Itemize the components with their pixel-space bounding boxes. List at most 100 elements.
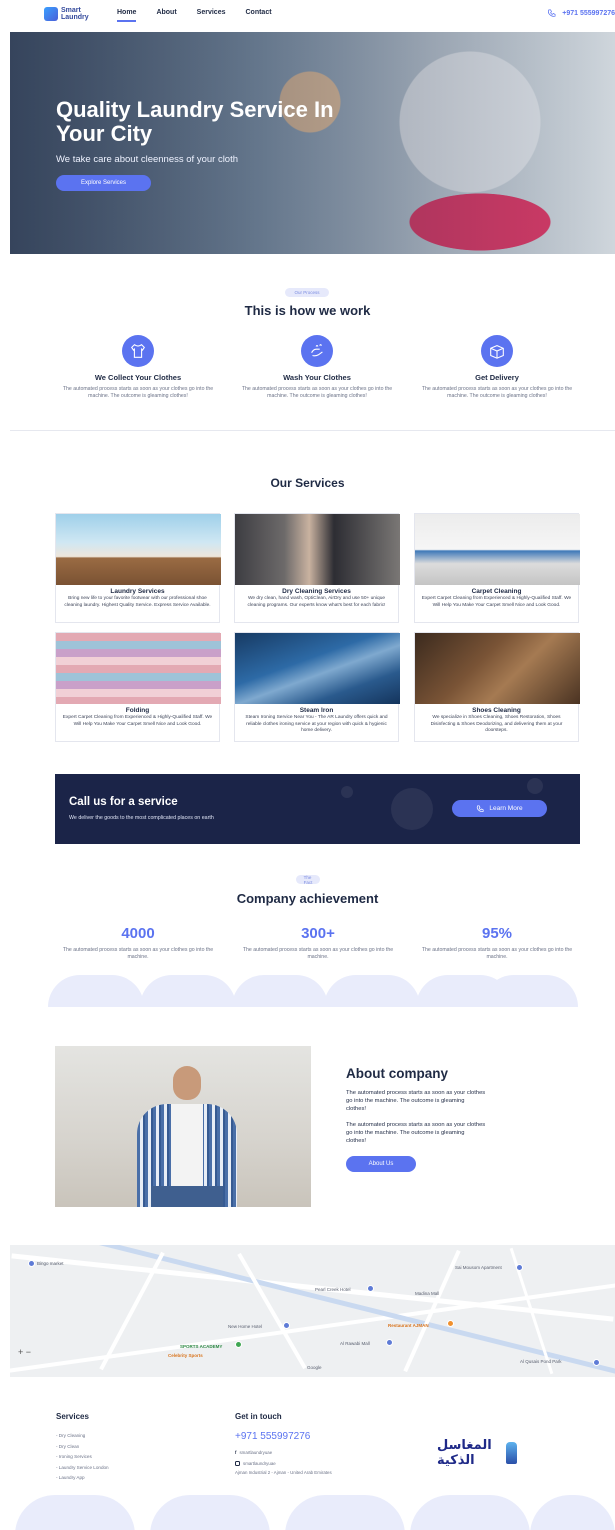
service-card[interactable]: Carpet Cleaning Expert Carpet Cleaning f… — [414, 513, 580, 623]
hero-subtitle: We take care about cleenness of your clo… — [56, 154, 239, 165]
work-step: Get Delivery The automated process start… — [417, 335, 577, 400]
map-label: Google — [307, 1365, 322, 1370]
footer-instagram[interactable]: smartlaundryuae — [235, 1461, 276, 1466]
nav-link-services[interactable]: Services — [197, 9, 226, 22]
work-step-text: The automated process starts as soon as … — [62, 386, 214, 399]
service-card[interactable]: Shoes Cleaning We specialize in Shoes Cl… — [414, 632, 580, 742]
nav-link-about[interactable]: About — [156, 9, 176, 22]
call-title: Call us for a service — [69, 796, 178, 808]
hero-title: Quality Laundry Service In Your City — [56, 97, 334, 146]
map-pin[interactable] — [447, 1320, 454, 1327]
service-title: Steam Iron — [299, 707, 334, 714]
footer-contact-title: Get in touch — [235, 1412, 282, 1421]
decor-bubble — [341, 786, 353, 798]
map-label: Madina Mall — [415, 1291, 440, 1296]
service-card[interactable]: Steam Iron Steam Ironing Service Near Yo… — [234, 632, 400, 742]
box-icon — [481, 335, 513, 367]
work-step-title: Get Delivery — [475, 373, 519, 382]
map-pin[interactable] — [516, 1264, 523, 1271]
map-pin[interactable] — [593, 1359, 600, 1366]
work-step-text: The automated process starts as soon as … — [421, 386, 573, 399]
nav-link-home[interactable]: Home — [117, 9, 137, 22]
service-card[interactable]: Laundry Services Bring new life to your … — [55, 513, 221, 623]
man-jeans — [151, 1186, 223, 1207]
phone-icon — [477, 804, 484, 812]
map-pin[interactable] — [386, 1339, 393, 1346]
steam-iron-image — [235, 633, 400, 704]
nav-links: Home About Services Contact — [117, 9, 272, 22]
service-title: Laundry Services — [110, 588, 165, 595]
footer-logo: المغاسل الذكية — [437, 1436, 517, 1470]
map-label: Bingo market — [37, 1261, 64, 1266]
process-pill: Our Process — [285, 288, 329, 297]
wave-decor — [150, 1495, 270, 1530]
wave-decor — [285, 1495, 405, 1530]
wash-hands-icon — [301, 335, 333, 367]
achievement-stat: 300+ The automated process starts as soo… — [238, 925, 398, 961]
achievement-text: The automated process starts as soon as … — [62, 947, 214, 960]
call-subtitle: We deliver the goods to the most complic… — [69, 815, 214, 821]
achievement-text: The automated process starts as soon as … — [421, 947, 573, 960]
map-label: Restaurant AJMAN — [388, 1323, 429, 1328]
map-pin[interactable] — [235, 1341, 242, 1348]
learn-more-label: Learn More — [489, 805, 523, 812]
achievement-value: 4000 — [121, 925, 155, 942]
service-title: Folding — [125, 707, 150, 714]
service-card[interactable]: Folding Expert Carpet Cleaning from Expe… — [55, 632, 221, 742]
map-label: Pearl Creek Hotel — [315, 1287, 351, 1292]
footer-service-link[interactable]: - Laundry Service London — [56, 1463, 109, 1474]
carpet-cleaning-image — [415, 514, 580, 585]
about-image — [55, 1046, 311, 1207]
page: Smart Laundry Home About Services Contac… — [0, 0, 615, 1530]
achievement-stat: 95% The automated process starts as soon… — [417, 925, 577, 961]
service-title: Carpet Cleaning — [471, 588, 522, 595]
footer-phone[interactable]: +971 555997276 — [235, 1431, 310, 1442]
wave-decor — [48, 975, 144, 1007]
work-step-text: The automated process starts as soon as … — [241, 386, 393, 399]
service-text: We dry clean, hand wash, OptiClean, AirD… — [247, 596, 386, 608]
footer-service-link[interactable]: - Ironing Services — [56, 1452, 109, 1463]
map-label: Al Qusais Pond Park — [520, 1359, 562, 1364]
work-step-title: Wash Your Clothes — [283, 373, 351, 382]
decor-bubble — [391, 788, 433, 830]
service-text: Steam Ironing Service Near You - The AR … — [245, 715, 388, 733]
achievement-value: 300+ — [301, 925, 335, 942]
service-text: Bring new life to your favorite footwear… — [64, 596, 211, 608]
explore-services-button[interactable]: Explore Services — [56, 175, 151, 191]
service-text: Expert Carpet Cleaning from Experienced … — [62, 715, 213, 727]
map-pin[interactable] — [367, 1285, 374, 1292]
dry-cleaning-image — [235, 514, 400, 585]
about-paragraph: The automated process starts as soon as … — [346, 1090, 486, 1112]
facebook-handle: smartlaundryuae — [239, 1450, 273, 1455]
footer-service-link[interactable]: - Laundry App — [56, 1473, 109, 1484]
about-us-button[interactable]: About Us — [346, 1156, 416, 1172]
top-nav: Smart Laundry Home About Services Contac… — [0, 0, 615, 32]
nav-link-contact[interactable]: Contact — [245, 9, 271, 22]
man-head — [173, 1066, 201, 1100]
achievement-stat: 4000 The automated process starts as soo… — [58, 925, 218, 961]
map-pin[interactable] — [283, 1322, 290, 1329]
footer-facebook[interactable]: f smartlaundryuae — [235, 1450, 272, 1455]
logo[interactable]: Smart Laundry — [44, 7, 89, 21]
map-label: New Home Hotel — [228, 1324, 263, 1329]
learn-more-button[interactable]: Learn More — [452, 800, 547, 817]
location-map[interactable]: Bingo market Sai Mousom Apartment Madina… — [10, 1245, 615, 1377]
nav-phone[interactable]: +971 555997276 — [547, 9, 615, 18]
folding-image — [56, 633, 221, 704]
footer-service-link[interactable]: - Dry Clean — [56, 1442, 109, 1453]
footer-service-link[interactable]: - Dry Cleaning — [56, 1431, 109, 1442]
instagram-icon — [235, 1461, 240, 1466]
service-text: We specialize in Shoes Cleaning, Shoes R… — [430, 715, 563, 733]
map-zoom-control[interactable]: + − — [18, 1347, 31, 1357]
service-card[interactable]: Dry Cleaning Services We dry clean, hand… — [234, 513, 400, 623]
map-pin[interactable] — [28, 1260, 35, 1267]
nav-phone-number: +971 555997276 — [562, 10, 615, 17]
map-label: Al Rawabi Mall — [340, 1341, 370, 1346]
wave-decor — [140, 975, 236, 1007]
shoes-cleaning-image — [415, 633, 580, 704]
work-step-title: We Collect Your Clothes — [94, 373, 182, 382]
facebook-icon: f — [235, 1450, 237, 1455]
laundry-image — [56, 514, 221, 585]
wave-decor — [15, 1495, 135, 1530]
footer-services-title: Services — [56, 1412, 89, 1421]
